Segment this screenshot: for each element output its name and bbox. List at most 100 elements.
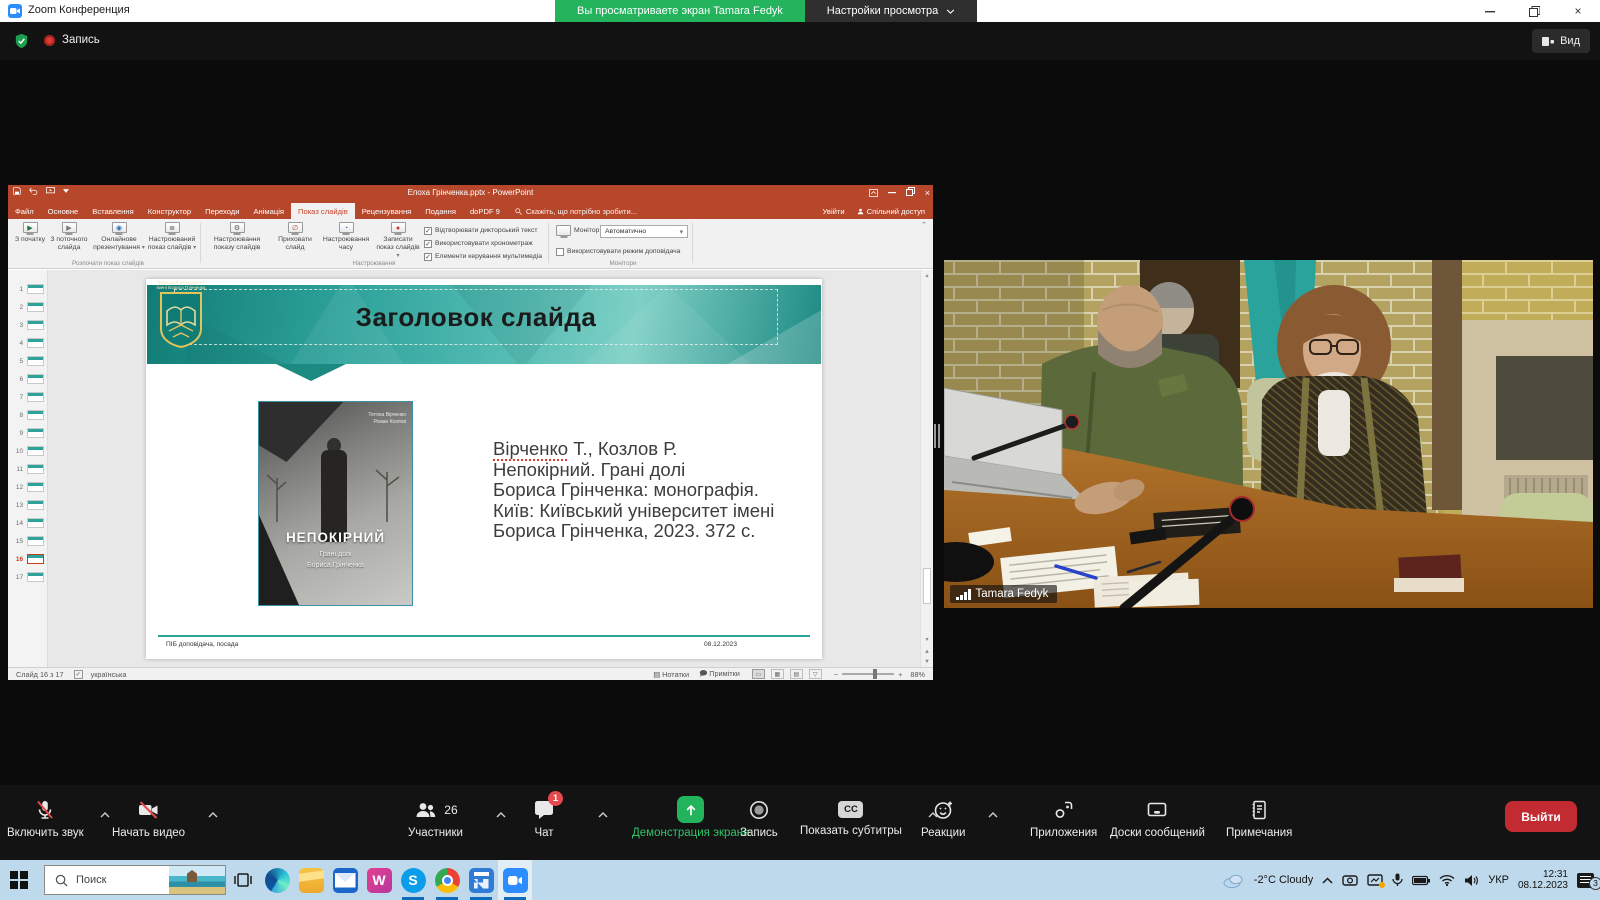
slide-thumbnail-13[interactable]: 13 — [8, 496, 47, 514]
microphone-tray-icon[interactable] — [1392, 873, 1403, 887]
weather-icon[interactable] — [1223, 873, 1245, 888]
record-button[interactable]: Запись — [740, 796, 778, 839]
language-status[interactable]: українська — [91, 670, 127, 679]
monitor-select[interactable]: Автоматично▾ — [600, 225, 688, 238]
slide-thumbnail-8[interactable]: 8 — [8, 406, 47, 424]
normal-view-icon[interactable]: ▭ — [752, 669, 765, 679]
comments-toggle[interactable]: 🗩 Примітки — [699, 668, 740, 681]
zoom-out-icon[interactable]: − — [834, 670, 838, 679]
audio-options-chevron[interactable] — [100, 805, 110, 823]
slide-sorter-icon[interactable]: ▦ — [771, 669, 784, 679]
notes-toggle[interactable]: ▤ Нотатки — [653, 670, 689, 679]
video-options-chevron[interactable] — [208, 805, 218, 823]
task-view-button[interactable] — [226, 860, 260, 900]
zoom-taskbar-icon[interactable] — [498, 860, 532, 900]
slideshow-view-icon[interactable]: ▽ — [809, 669, 822, 679]
participant-video-feed[interactable]: Tamara Fedyk — [944, 260, 1593, 608]
camera-tray-icon[interactable] — [1342, 874, 1358, 887]
ppt-tab-2[interactable]: Основне — [41, 203, 86, 219]
setup-slideshow-button[interactable]: ⚙ Настроювання показу слайдів — [204, 222, 270, 252]
weather-text[interactable]: -2°C Cloudy — [1254, 874, 1313, 886]
ppt-tab-9[interactable]: Подання — [418, 203, 463, 219]
clock[interactable]: 12:31 08.12.2023 — [1518, 869, 1568, 892]
ppt-tab-5[interactable]: Переходи — [198, 203, 246, 219]
participants-button[interactable]: 26 Участники — [408, 796, 463, 839]
ppt-tab-6[interactable]: Анімація — [246, 203, 291, 219]
from-start-button[interactable]: ▶ З початку — [12, 222, 48, 244]
tell-me-search[interactable]: Скажіть, що потрібно зробити... — [507, 203, 645, 219]
ppt-tab-4[interactable]: Конструктор — [141, 203, 198, 219]
slide-thumbnail-1[interactable]: 1 — [8, 280, 47, 298]
ppt-tab-1[interactable]: Файл — [8, 203, 41, 219]
slide-canvas[interactable]: Київський університет імені Бориса Грінч… — [146, 279, 822, 659]
zoom-percentage[interactable]: 88% — [910, 670, 925, 679]
presenter-view-checkbox[interactable]: Використовувати режим доповідача — [556, 245, 680, 258]
slide-thumbnail-17[interactable]: 17 — [8, 568, 47, 586]
taskbar-search-box[interactable]: Поиск — [44, 865, 226, 895]
view-settings-button[interactable]: Настройки просмотра — [805, 0, 977, 22]
restore-button[interactable] — [1512, 0, 1556, 22]
tray-chevron-icon[interactable] — [1322, 877, 1333, 884]
display-share-tray-icon[interactable] — [1367, 874, 1383, 887]
chat-button[interactable]: 1 Чат — [532, 796, 556, 839]
ppt-tab-8[interactable]: Рецензування — [355, 203, 419, 219]
slide-thumbnail-11[interactable]: 11 — [8, 460, 47, 478]
volume-tray-icon[interactable] — [1464, 874, 1479, 887]
slide-thumbnail-panel[interactable]: 1234567891011121314151617 — [8, 270, 48, 667]
start-button[interactable] — [10, 871, 28, 889]
chat-chevron[interactable] — [598, 805, 608, 823]
slide-thumbnail-5[interactable]: 5 — [8, 352, 47, 370]
slide-thumbnail-14[interactable]: 14 — [8, 514, 47, 532]
whiteboards-button[interactable]: Доски сообщений — [1110, 796, 1205, 839]
share-screen-button[interactable]: Демонстрация экрана — [632, 796, 750, 839]
mail-taskbar-icon[interactable] — [328, 860, 362, 900]
sign-in-button[interactable]: Увійти — [823, 207, 845, 216]
keyboard-language[interactable]: УКР — [1488, 874, 1509, 886]
ribbon-checkbox-1[interactable]: ✓Відтворювати дикторський текст — [424, 224, 542, 237]
close-button[interactable]: × — [1556, 0, 1600, 22]
reactions-chevron[interactable] — [988, 805, 998, 823]
rehearse-timings-button[interactable]: ◔ Настроювання часу — [320, 222, 372, 252]
slide-thumbnail-6[interactable]: 6 — [8, 370, 47, 388]
calculator-taskbar-icon[interactable] — [464, 860, 498, 900]
ribbon-options-icon[interactable] — [869, 189, 878, 197]
slide-thumbnail-2[interactable]: 2 — [8, 298, 47, 316]
slide-thumbnail-15[interactable]: 15 — [8, 532, 47, 550]
ribbon-checkbox-2[interactable]: ✓Використовувати хронометраж — [424, 237, 542, 250]
slide-thumbnail-3[interactable]: 3 — [8, 316, 47, 334]
skype-taskbar-icon[interactable]: S — [396, 860, 430, 900]
spellcheck-icon[interactable]: ✓ — [74, 670, 83, 679]
participants-chevron[interactable] — [496, 805, 506, 823]
wrike-taskbar-icon[interactable]: W — [362, 860, 396, 900]
zoom-slider[interactable] — [842, 673, 894, 675]
notification-center-icon[interactable]: 3 — [1577, 873, 1594, 888]
ribbon-checkbox-3[interactable]: ✓Елементи керування мультимедіа — [424, 250, 542, 263]
unmute-button[interactable]: Включить звук — [7, 796, 84, 839]
slide-thumbnail-16[interactable]: 16 — [8, 550, 47, 568]
slide-title-placeholder[interactable]: Заголовок слайда — [174, 289, 778, 345]
record-slideshow-button[interactable]: ● Записати показ слайдів ▾ — [374, 222, 422, 260]
slide-scrollbar[interactable]: ▴ ▾ ▲ ▼ — [920, 270, 933, 667]
slide-thumbnail-4[interactable]: 4 — [8, 334, 47, 352]
apps-button[interactable]: Приложения — [1030, 796, 1097, 839]
reactions-button[interactable]: Реакции — [921, 796, 965, 839]
captions-button[interactable]: CC Показать субтитры — [800, 796, 902, 837]
leave-meeting-button[interactable]: Выйти — [1505, 801, 1577, 832]
slide-thumbnail-12[interactable]: 12 — [8, 478, 47, 496]
reading-view-icon[interactable]: ▤ — [790, 669, 803, 679]
edge-taskbar-icon[interactable] — [260, 860, 294, 900]
ppt-tab-7[interactable]: Показ слайдів — [291, 203, 355, 219]
notes-button[interactable]: Примечания — [1226, 796, 1292, 839]
recording-indicator[interactable]: Запись — [44, 34, 100, 46]
custom-slideshow-button[interactable]: ≣ Настроюваний показ слайдів ▾ — [146, 222, 198, 252]
file-explorer-taskbar-icon[interactable] — [294, 860, 328, 900]
ppt-restore-button[interactable] — [906, 187, 915, 198]
collapse-ribbon-icon[interactable]: ⌃ — [921, 221, 927, 229]
zoom-in-icon[interactable]: + — [898, 670, 902, 679]
panel-resize-handle[interactable] — [934, 424, 941, 448]
hide-slide-button[interactable]: ∅ Приховати слайд — [272, 222, 318, 252]
slide-thumbnail-9[interactable]: 9 — [8, 424, 47, 442]
minimize-button[interactable] — [1468, 0, 1512, 22]
view-menu-button[interactable]: Вид — [1532, 29, 1590, 53]
start-video-button[interactable]: Начать видео — [112, 796, 185, 839]
